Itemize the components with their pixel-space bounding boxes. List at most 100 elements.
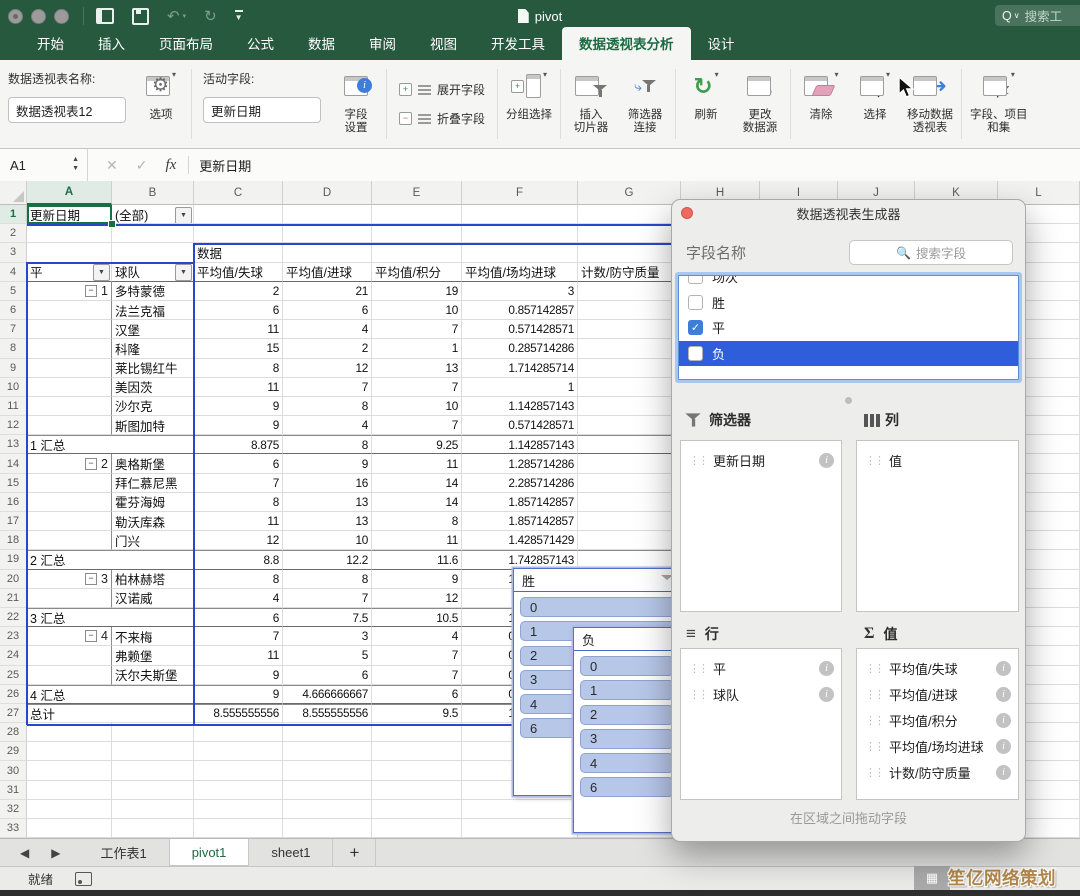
pivot-value-cell[interactable]: 8.555555556: [283, 704, 372, 723]
clear-button[interactable]: ▾ 清除: [794, 60, 848, 148]
row-header-28[interactable]: 28: [0, 723, 27, 742]
row-header-30[interactable]: 30: [0, 761, 27, 780]
pivot-value-cell[interactable]: 19: [372, 282, 462, 301]
pivot-value-cell[interactable]: 8: [194, 359, 283, 378]
pivot-value-cell[interactable]: 12: [283, 359, 372, 378]
pivot-value-cell[interactable]: 1.285714286: [462, 454, 578, 473]
cell[interactable]: [27, 224, 112, 243]
pivot-value-cell[interactable]: 7: [372, 320, 462, 339]
pivot-value-cell[interactable]: 5: [283, 646, 372, 665]
cell[interactable]: [194, 723, 283, 742]
pivot-team-cell[interactable]: 汉诺威: [112, 589, 194, 608]
active-field-input[interactable]: 更新日期: [203, 97, 321, 123]
cell[interactable]: [194, 819, 283, 838]
pivot-value-cell[interactable]: 9: [372, 570, 462, 589]
pivot-subtotal-label[interactable]: 4 汇总: [27, 685, 194, 704]
add-sheet-button[interactable]: +: [333, 839, 376, 866]
cell[interactable]: [372, 742, 462, 761]
cell[interactable]: [283, 800, 372, 819]
pivot-team-cell[interactable]: 柏林赫塔: [112, 570, 194, 589]
row-header-19[interactable]: 19: [0, 550, 27, 569]
ribbon-tab-4[interactable]: 公式: [230, 27, 291, 60]
pivot-value-cell[interactable]: 9.5: [372, 704, 462, 723]
pivot-group-cell[interactable]: [27, 320, 112, 339]
row-header-18[interactable]: 18: [0, 531, 27, 550]
pivot-value-cell[interactable]: 0.285714286: [462, 339, 578, 358]
grid-view-icon[interactable]: ▦: [914, 866, 950, 890]
field-item-2[interactable]: 胜: [679, 290, 1018, 316]
zone-item[interactable]: ⋮⋮值: [857, 447, 1018, 473]
pivot-value-cell[interactable]: 8: [372, 512, 462, 531]
drag-handle-icon[interactable]: ⋮⋮: [865, 454, 883, 467]
pivot-value-cell[interactable]: [578, 320, 681, 339]
pivot-value-cell[interactable]: [578, 378, 681, 397]
pivot-value-cell[interactable]: 12: [194, 531, 283, 550]
ribbon-tab-9[interactable]: 数据透视表分析: [562, 27, 691, 60]
pivot-value-cell[interactable]: 13: [283, 493, 372, 512]
pivot-group-cell[interactable]: [27, 416, 112, 435]
pivot-team-cell[interactable]: 弗赖堡: [112, 646, 194, 665]
cell[interactable]: [372, 205, 462, 224]
pivot-value-cell[interactable]: [578, 397, 681, 416]
filter-dropdown-icon[interactable]: ▼: [93, 264, 110, 281]
cell[interactable]: [372, 781, 462, 800]
next-sheet-button[interactable]: ▶: [51, 846, 60, 860]
cell[interactable]: [194, 205, 283, 224]
collapse-field-button[interactable]: − 折叠字段: [399, 110, 485, 127]
drag-handle-icon[interactable]: ⋮⋮: [689, 454, 707, 467]
field-checkbox[interactable]: [688, 295, 703, 310]
pivot-group-cell[interactable]: [27, 359, 112, 378]
pivot-team-cell[interactable]: 斯图加特: [112, 416, 194, 435]
cell[interactable]: [27, 819, 112, 838]
undo-dropdown-icon[interactable]: ▾: [183, 12, 187, 20]
cell[interactable]: [112, 781, 194, 800]
pivot-value-cell[interactable]: 1.428571429: [462, 531, 578, 550]
pivot-value-cell[interactable]: 11: [372, 454, 462, 473]
pivot-team-cell[interactable]: 霍芬海姆: [112, 493, 194, 512]
pivot-group-cell[interactable]: −1: [27, 282, 112, 301]
info-icon[interactable]: i: [996, 713, 1011, 728]
window-minimize-button[interactable]: [31, 9, 46, 24]
pivot-value-cell[interactable]: 4: [283, 320, 372, 339]
drag-handle-icon[interactable]: ⋮⋮: [865, 714, 883, 727]
pivot-subtotal-label[interactable]: 1 汇总: [27, 435, 194, 454]
column-header-F[interactable]: F: [462, 181, 578, 205]
pivot-value-cell[interactable]: 4: [194, 589, 283, 608]
pivot-value-cell[interactable]: 8: [194, 570, 283, 589]
pivot-value-cell[interactable]: 1: [372, 339, 462, 358]
zone-item[interactable]: ⋮⋮更新日期i: [681, 447, 841, 473]
cell[interactable]: [27, 243, 112, 262]
pivot-value-cell[interactable]: 21: [283, 282, 372, 301]
ribbon-tab-3[interactable]: 页面布局: [142, 27, 230, 60]
column-header-G[interactable]: G: [578, 181, 681, 205]
filter-connections-button[interactable]: ⤷ 筛选器 连接: [618, 60, 672, 148]
sheet-tab-工作表1[interactable]: 工作表1: [78, 839, 169, 866]
row-header-6[interactable]: 6: [0, 301, 27, 320]
cell[interactable]: [194, 742, 283, 761]
pivot-group-cell[interactable]: −2: [27, 454, 112, 473]
prev-sheet-button[interactable]: ◀: [20, 846, 29, 860]
pivot-value-cell[interactable]: 8: [194, 493, 283, 512]
cell[interactable]: [372, 761, 462, 780]
cell[interactable]: [578, 243, 681, 262]
cell[interactable]: [194, 781, 283, 800]
row-header-16[interactable]: 16: [0, 493, 27, 512]
slicer-item-0[interactable]: 0: [580, 656, 674, 676]
cell[interactable]: [112, 742, 194, 761]
collapse-group-icon[interactable]: −: [85, 573, 97, 585]
row-header-8[interactable]: 8: [0, 339, 27, 358]
panel-close-button[interactable]: [681, 207, 693, 219]
pivot-value-cell[interactable]: 11: [194, 512, 283, 531]
cell[interactable]: [112, 819, 194, 838]
info-icon[interactable]: i: [996, 765, 1011, 780]
cell[interactable]: [283, 761, 372, 780]
cell[interactable]: [27, 800, 112, 819]
pivot-value-cell[interactable]: 12.2: [283, 550, 372, 569]
pivot-team-cell[interactable]: 汉堡: [112, 320, 194, 339]
pivot-value-cell[interactable]: 8: [283, 397, 372, 416]
field-checkbox[interactable]: [688, 275, 703, 284]
drag-handle-icon[interactable]: ⋮⋮: [865, 688, 883, 701]
pivot-value-cell[interactable]: 1: [462, 378, 578, 397]
pivot-value-cell[interactable]: 8.8: [194, 550, 283, 569]
pivot-team-cell[interactable]: 门兴: [112, 531, 194, 550]
